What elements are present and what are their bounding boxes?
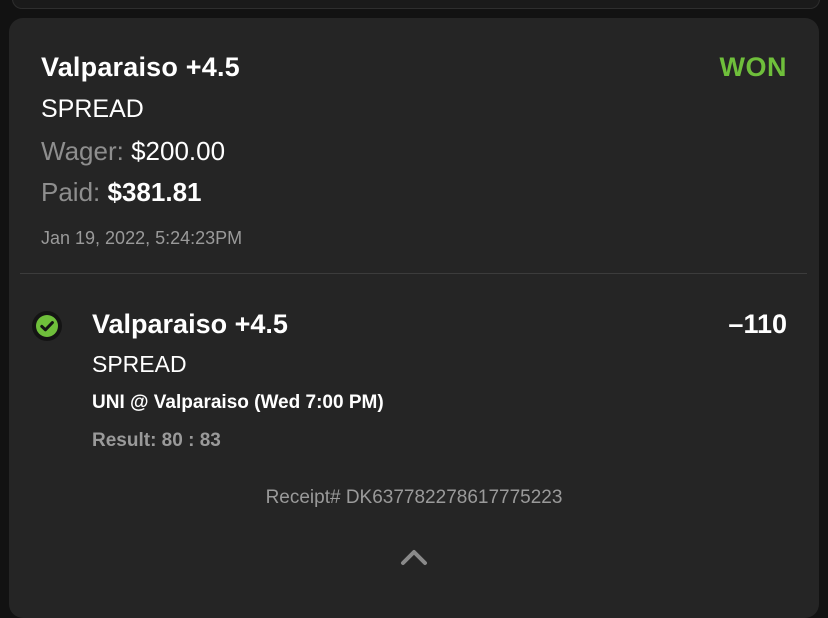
previous-card-edge	[12, 0, 820, 9]
wager-value: $200.00	[131, 136, 226, 166]
leg-title: Valparaiso +4.5	[92, 309, 288, 339]
paid-label: Paid:	[41, 177, 101, 207]
wager-row: Wager: $200.00	[41, 136, 225, 167]
chevron-up-icon[interactable]	[400, 548, 428, 566]
wager-label: Wager:	[41, 136, 124, 166]
bet-card: Valparaiso +4.5 WON SPREAD Wager: $200.0…	[9, 18, 819, 618]
leg-odds: –110	[728, 309, 787, 339]
leg-type: SPREAD	[92, 351, 187, 377]
leg-event: UNI @ Valparaiso (Wed 7:00 PM)	[92, 392, 384, 413]
status-badge: WON	[719, 52, 787, 82]
leg-result: Result: 80 : 83	[92, 430, 221, 451]
bet-timestamp: Jan 19, 2022, 5:24:23PM	[41, 228, 243, 248]
check-circle-icon	[32, 311, 62, 341]
bet-type: SPREAD	[41, 95, 144, 123]
paid-value: $381.81	[107, 177, 202, 207]
paid-row: Paid: $381.81	[41, 177, 201, 208]
bet-title: Valparaiso +4.5	[41, 52, 240, 82]
divider	[20, 273, 807, 274]
receipt-number: Receipt# DK637782278617775223	[265, 487, 563, 508]
